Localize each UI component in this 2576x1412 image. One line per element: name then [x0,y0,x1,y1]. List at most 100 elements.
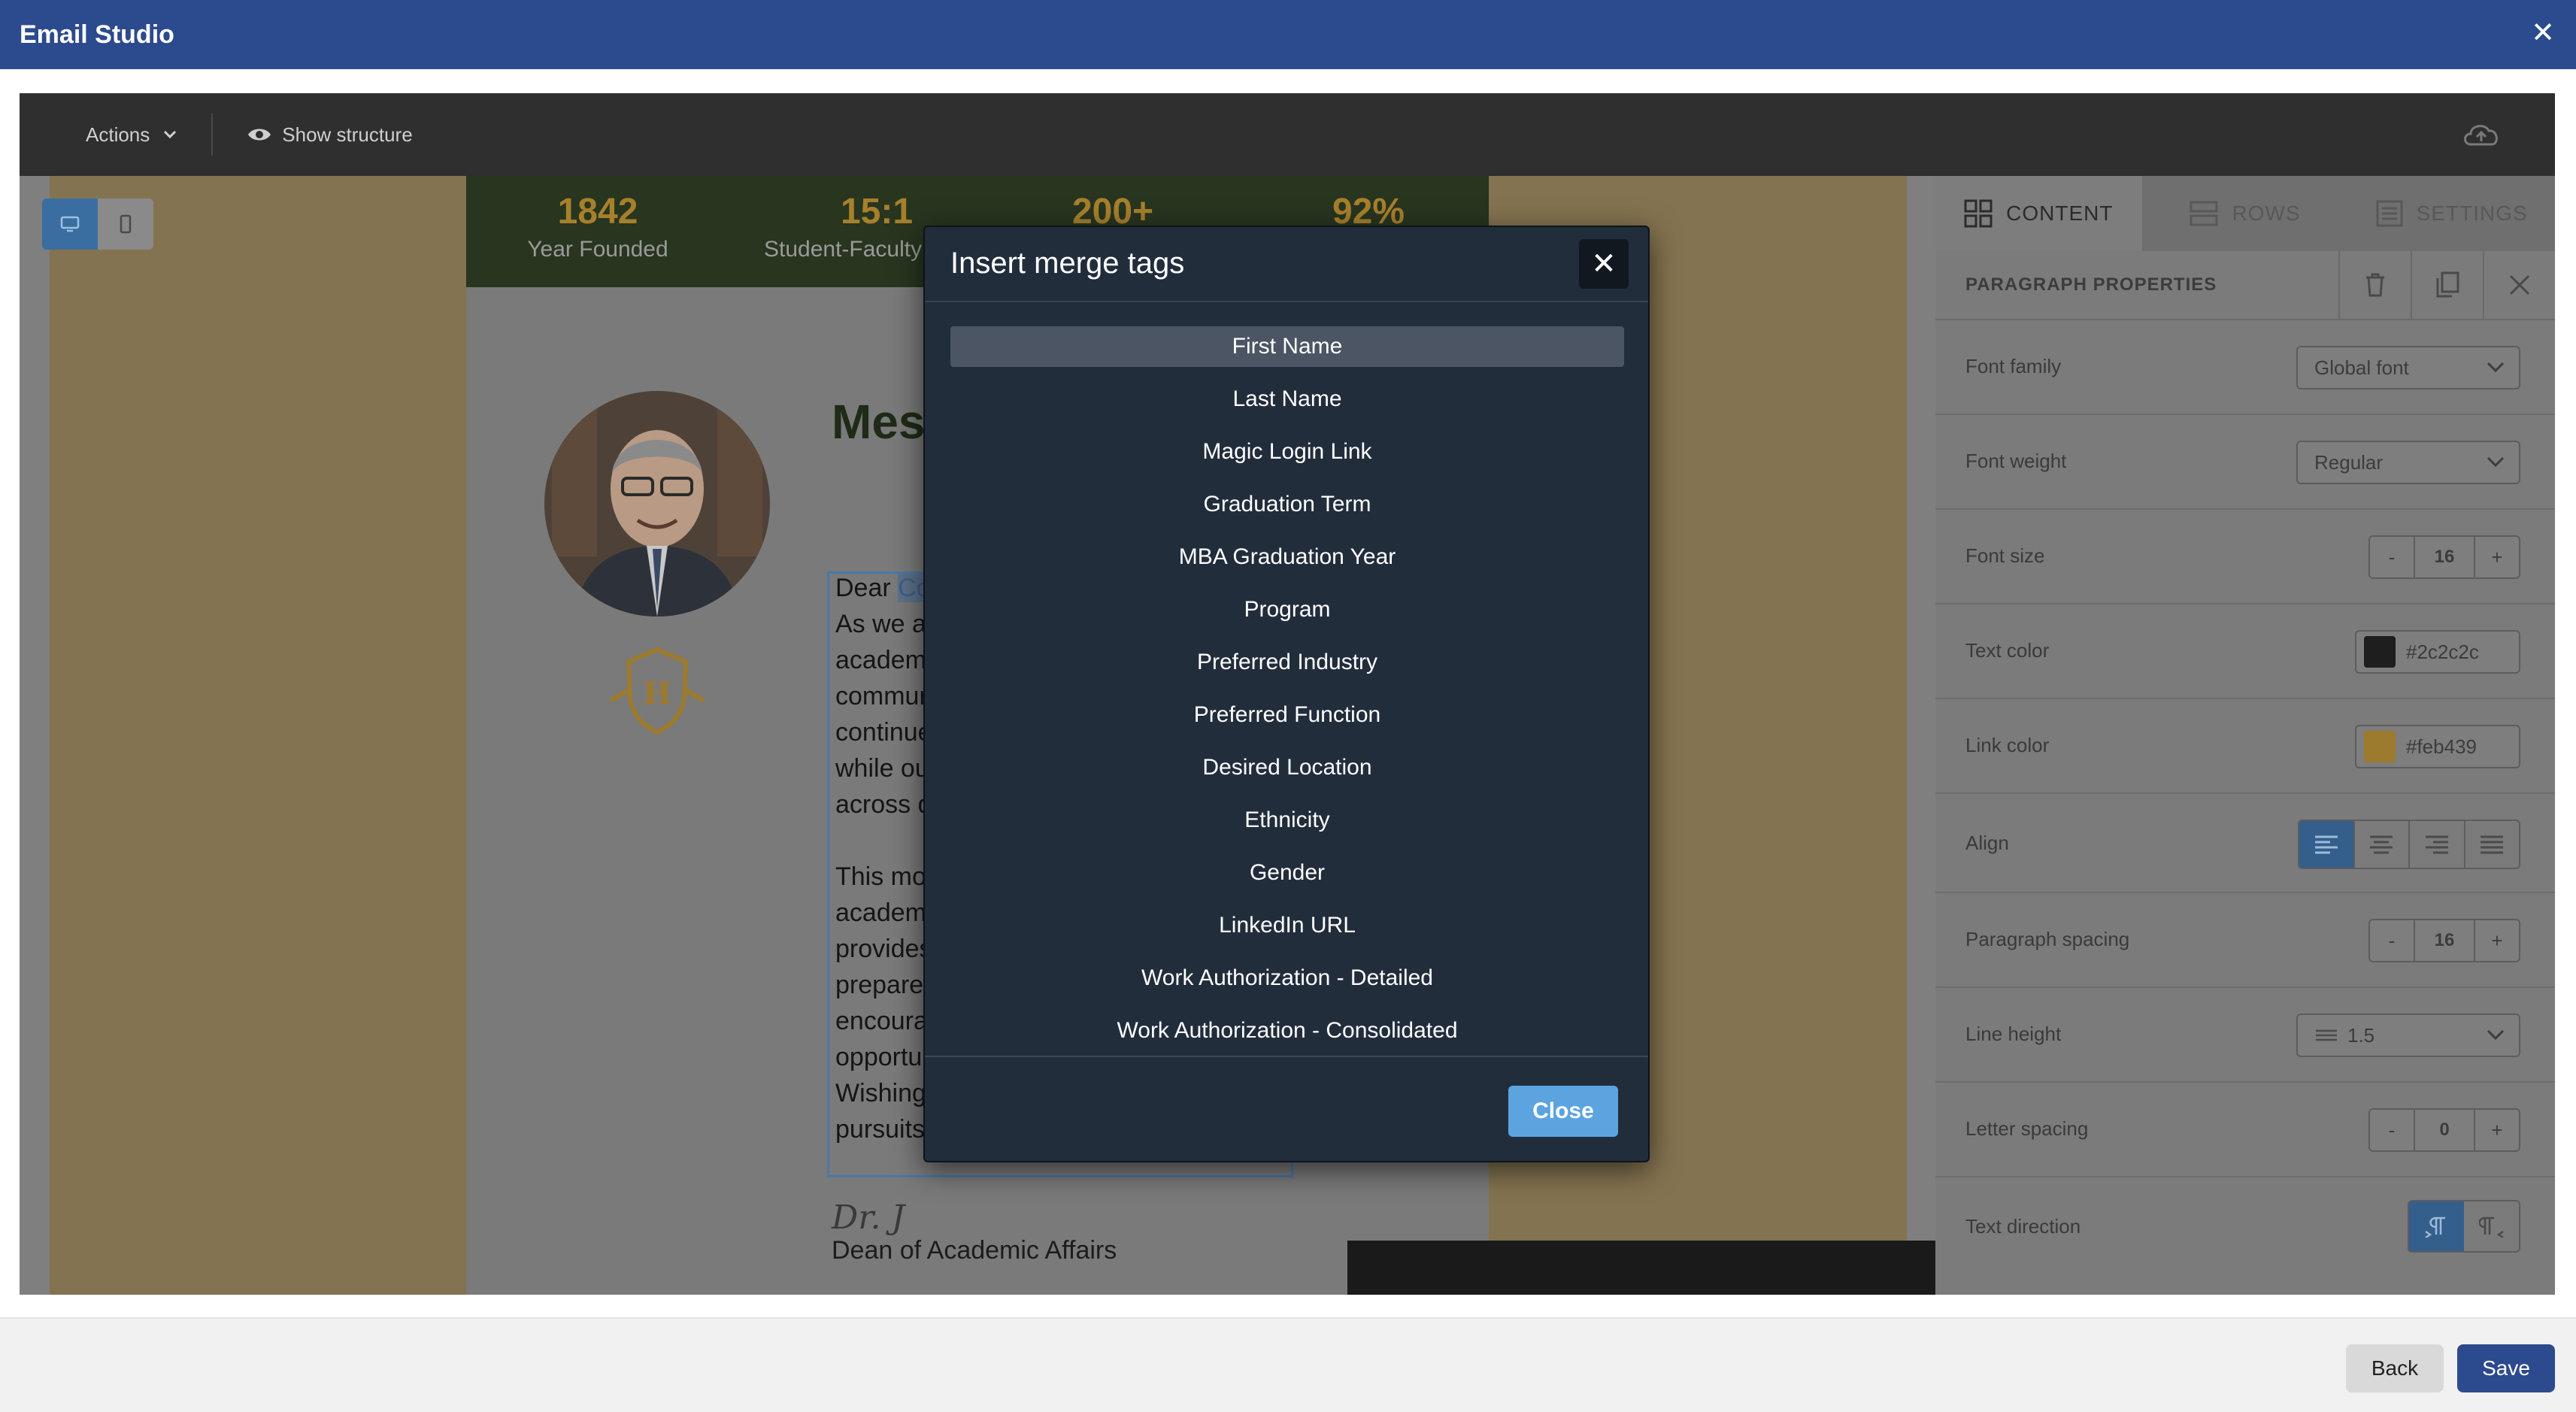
merge-tag-item[interactable]: Ethnicity [950,800,1624,841]
copy-icon [2436,271,2459,298]
view-toggle [42,198,153,250]
merge-tag-item[interactable]: Preferred Function [950,695,1624,735]
merge-tag-item[interactable]: Work Authorization - Detailed [950,958,1624,998]
merge-tag-item[interactable]: Last Name [950,379,1624,420]
show-structure-button[interactable]: Show structure [247,123,413,147]
paragraph-spacing-label: Paragraph spacing [1965,928,2130,950]
merge-tag-item[interactable]: Graduation Term [950,484,1624,525]
decrement-button[interactable]: - [2370,537,2414,577]
window-close-icon[interactable]: ✕ [2526,17,2559,50]
paragraph-line: while ou [835,754,929,783]
tab-content[interactable]: CONTENT [1935,176,2142,251]
toolbar-divider [211,114,214,156]
text-color-value: #2c2c2c [2406,640,2479,663]
email-heading: Mes [832,395,926,449]
text-color-swatch[interactable] [2364,636,2396,668]
merge-tag-item[interactable]: Preferred Industry [950,642,1624,683]
paragraph-line: academi [835,898,932,927]
dean-photo [544,391,770,617]
font-size-label: Font size [1965,544,2045,567]
merge-tag-item[interactable]: MBA Graduation Year [950,537,1624,577]
show-structure-label: Show structure [282,123,413,146]
text-color-row: Text color #2c2c2c [1935,604,2555,699]
paragraph-line: opportu [835,1043,923,1071]
letter-spacing-stepper: - 0 + [2368,1108,2520,1152]
text-color-field[interactable]: #2c2c2c [2355,630,2520,674]
font-size-value[interactable]: 16 [2414,537,2475,577]
duplicate-button[interactable] [2411,250,2483,320]
letter-spacing-value[interactable]: 0 [2414,1110,2475,1150]
grid-icon [1964,199,1993,228]
rows-icon [2190,201,2218,226]
text-direction-label: Text direction [1965,1215,2081,1238]
modal-close-icon[interactable]: ✕ [1579,239,1629,289]
tab-label: ROWS [2232,201,2301,225]
letter-spacing-row: Letter spacing - 0 + [1935,1083,2555,1177]
merge-tag-item[interactable]: Magic Login Link [950,432,1624,472]
tab-rows[interactable]: ROWS [2141,176,2349,251]
tab-settings[interactable]: SETTINGS [2348,176,2555,251]
line-height-label: Line height [1965,1023,2062,1045]
mobile-view-button[interactable] [98,198,153,250]
align-center-button[interactable] [2355,821,2410,868]
increment-button[interactable]: + [2475,1110,2519,1150]
align-left-button[interactable] [2299,821,2355,868]
link-color-row: Link color #feb439 [1935,699,2555,794]
align-right-button[interactable] [2410,821,2465,868]
font-size-stepper: - 16 + [2368,535,2520,579]
decrement-button[interactable]: - [2370,920,2414,961]
portrait-image [544,391,770,617]
merge-tags-modal: Insert merge tags ✕ First Name Last Name… [923,226,1650,1162]
link-color-field[interactable]: #feb439 [2355,725,2520,768]
delete-button[interactable] [2338,250,2411,320]
paragraph-line: prepare [835,971,924,999]
eye-icon [248,129,271,141]
font-weight-select[interactable]: Regular [2296,441,2520,484]
back-button[interactable]: Back [2346,1344,2444,1392]
paragraph-line: pursuits [835,1115,926,1144]
tab-label: CONTENT [2006,201,2114,225]
font-family-select[interactable]: Global font [2296,346,2520,389]
text-direction-row: Text direction [1935,1177,2555,1275]
merge-tag-item[interactable]: Program [950,589,1624,630]
link-color-swatch[interactable] [2364,731,2396,762]
decrement-button[interactable]: - [2370,1110,2414,1150]
merge-tag-item[interactable]: LinkedIn URL [950,905,1624,946]
font-weight-value: Regular [2314,450,2384,474]
svg-text:H: H [643,676,671,711]
modal-header: Insert merge tags ✕ [925,227,1648,302]
modal-footer: Close [925,1056,1648,1161]
save-button[interactable]: Save [2457,1344,2555,1392]
paragraph-line: Dear Co [835,574,931,602]
align-row: Align [1935,794,2555,893]
close-properties-button[interactable] [2483,250,2555,320]
merge-tag-item[interactable]: Desired Location [950,747,1624,788]
link-color-value: #feb439 [2406,735,2477,758]
merge-tag-list: First Name Last Name Magic Login Link Gr… [950,326,1624,1063]
modal-title: Insert merge tags [950,247,1185,280]
desktop-view-button[interactable] [42,198,98,250]
font-weight-row: Font weight Regular [1935,415,2555,510]
actions-menu[interactable]: Actions [86,123,177,147]
increment-button[interactable]: + [2475,537,2519,577]
rtl-button[interactable] [2464,1201,2519,1251]
cloud-upload-icon[interactable] [2460,119,2502,149]
close-button[interactable]: Close [1508,1086,1618,1137]
footer-bar: Back Save [0,1317,2576,1412]
merge-tag-item[interactable]: Gender [950,853,1624,893]
paragraph-line: provides [835,935,932,963]
merge-tag-item[interactable]: First Name [950,326,1624,367]
paragraph-spacing-value[interactable]: 16 [2414,920,2475,961]
chevron-down-icon [2487,456,2505,468]
rtl-icon [2478,1217,2504,1238]
font-family-row: Font family Global font [1935,320,2555,415]
school-crest-icon: H [609,647,705,735]
merge-tag-item[interactable]: Work Authorization - Consolidated [950,1011,1624,1051]
line-height-select[interactable]: 1.5 [2296,1014,2520,1057]
increment-button[interactable]: + [2475,920,2519,961]
ltr-button[interactable] [2409,1201,2464,1251]
chevron-down-icon [2487,362,2505,373]
align-center-icon [2370,835,2393,854]
align-justify-button[interactable] [2465,821,2520,868]
paragraph-line: across d [835,790,932,819]
